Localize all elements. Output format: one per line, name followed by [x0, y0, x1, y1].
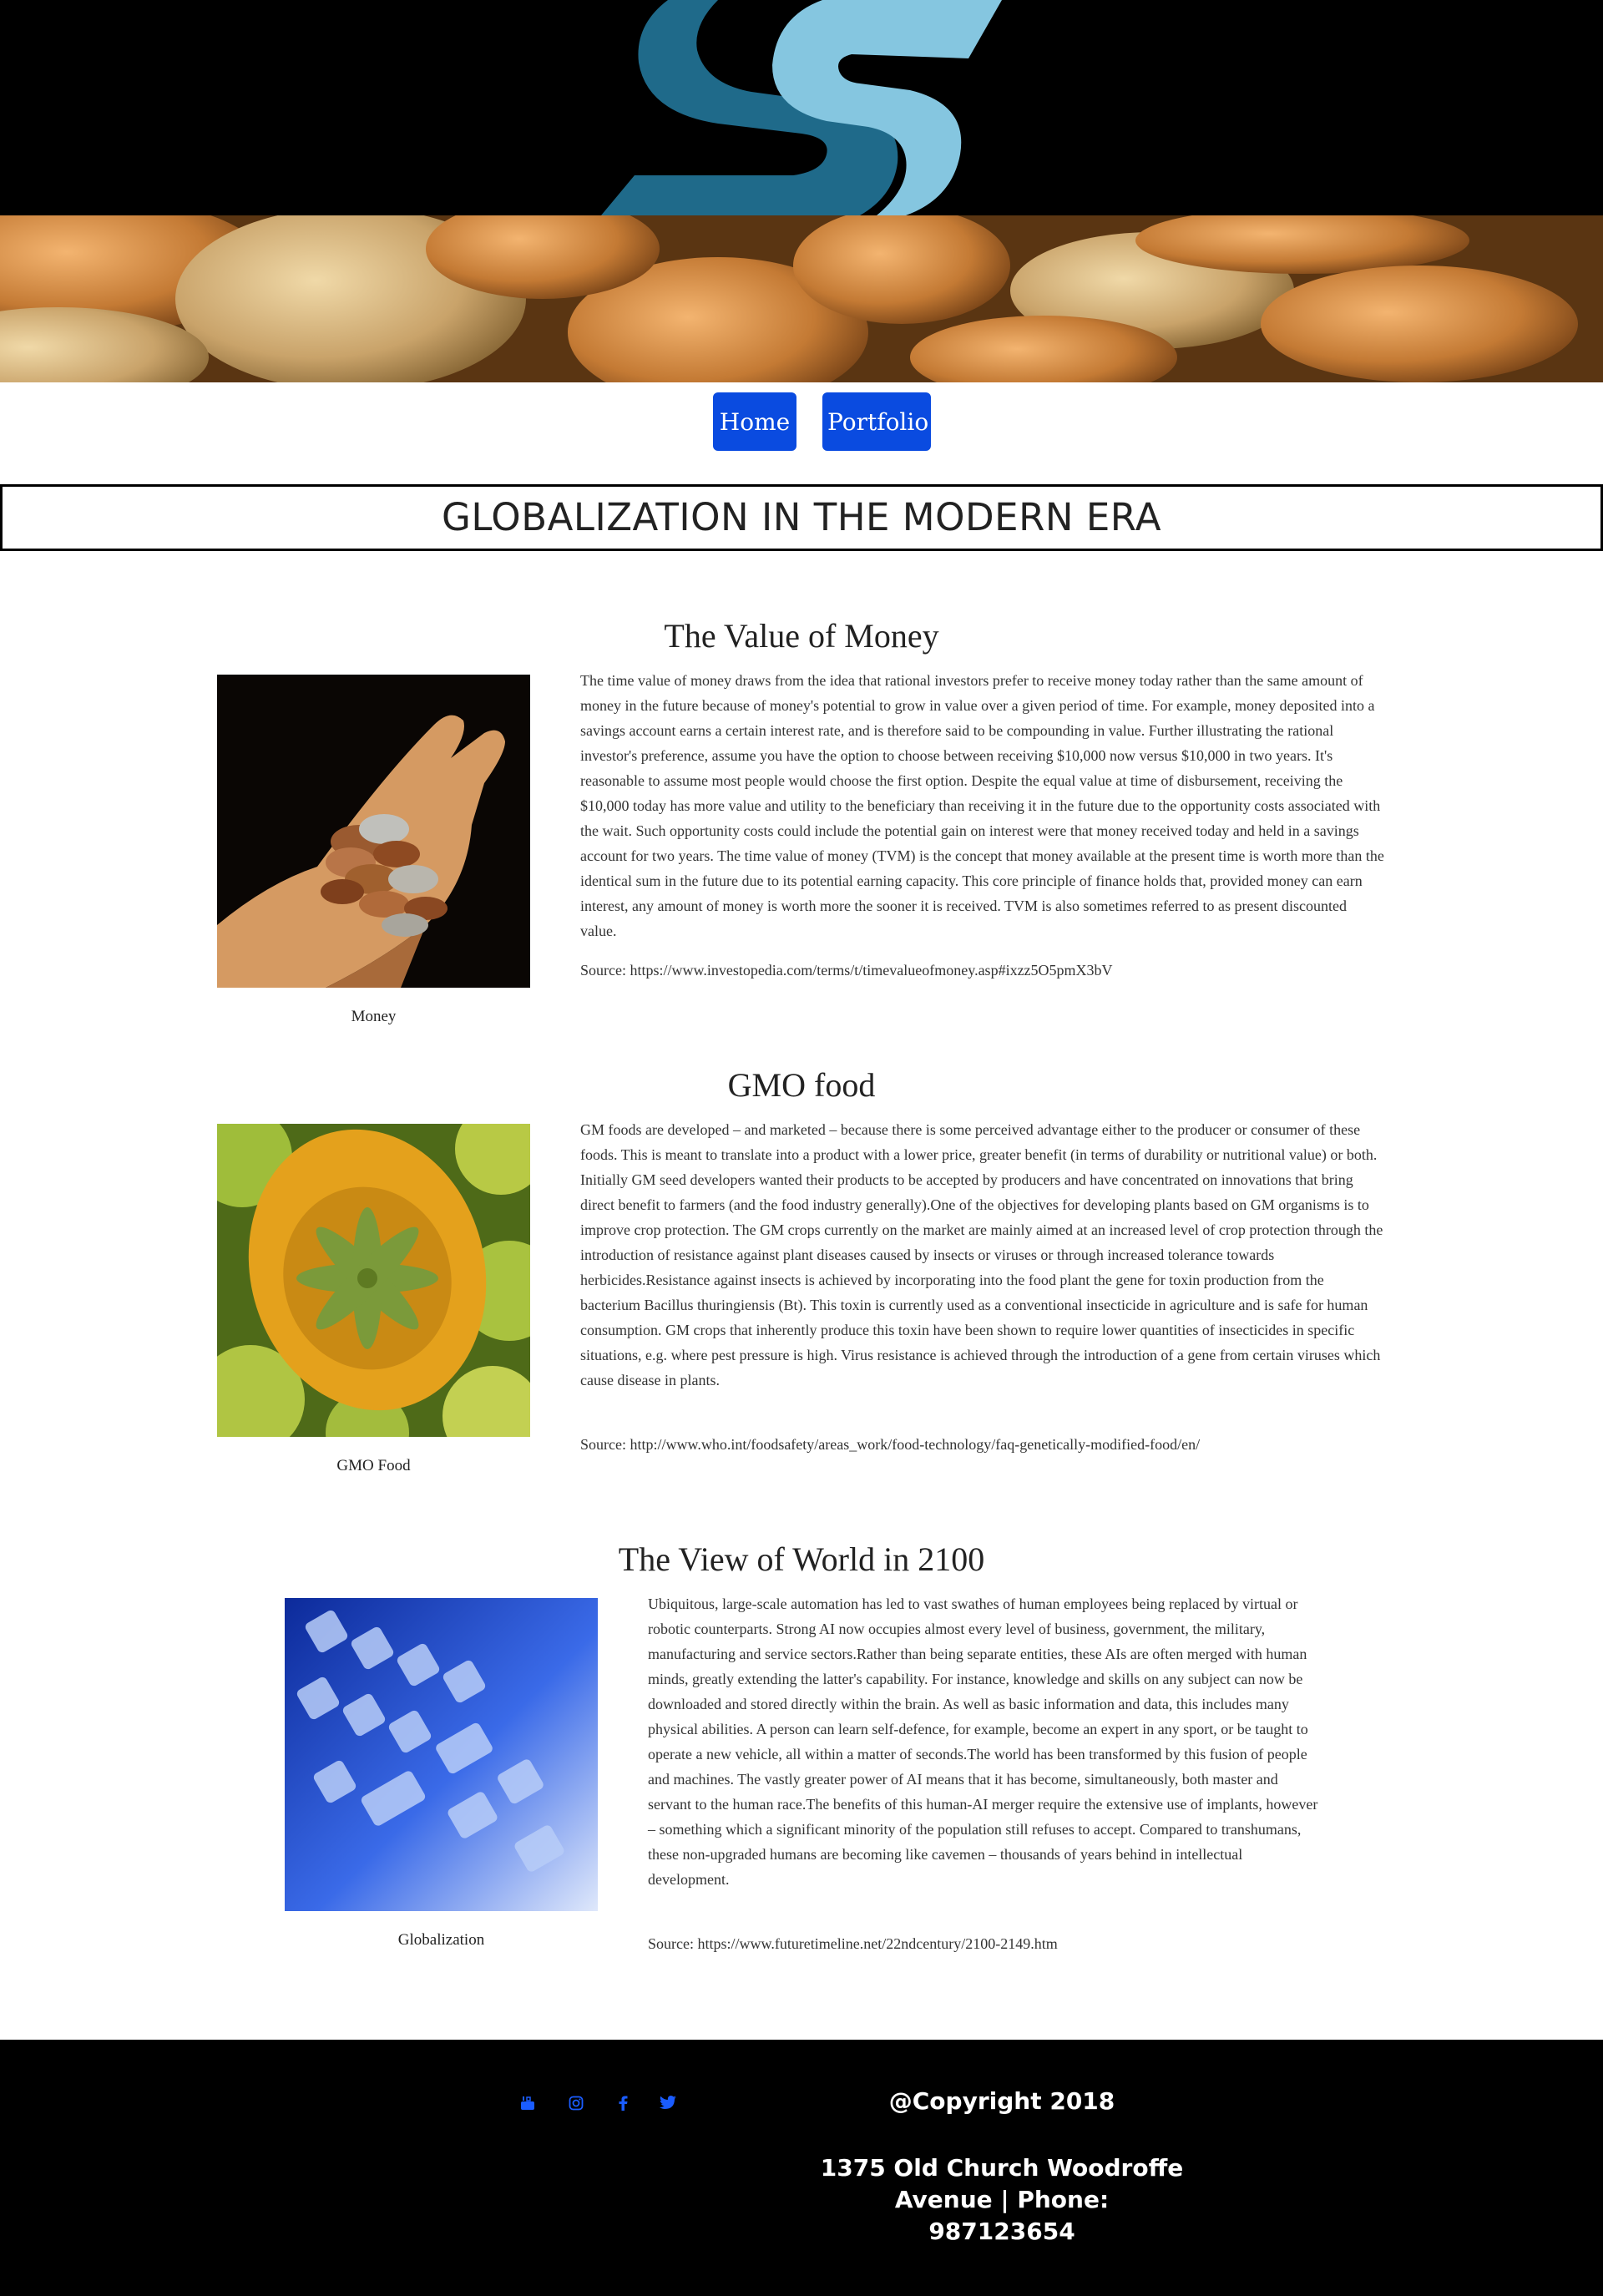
- money-caption: Money: [351, 1008, 397, 1025]
- instagram-icon[interactable]: [569, 2096, 584, 2112]
- globalization-caption: Globalization: [397, 1931, 485, 1949]
- section-source-world-2100: Source: https://www.futuretimeline.net/2…: [648, 1935, 1058, 1952]
- twitter-icon[interactable]: [660, 2096, 676, 2112]
- header-logo-band: [0, 0, 1603, 215]
- section-body-value-of-money: The time value of money draws from the i…: [580, 672, 1384, 939]
- section-source-value-of-money: Source: https://www.investopedia.com/ter…: [580, 962, 1113, 979]
- copyright-text: @Copyright 2018: [888, 2087, 1115, 2115]
- section-body-world-2100: Ubiquitous, large-scale automation has l…: [648, 1596, 1318, 1888]
- footer-address: 1375 Old Church Woodroffe Avenue | Phone…: [820, 2154, 1184, 2245]
- page-title-box: GLOBALIZATION IN THE MODERN ERA: [0, 484, 1603, 551]
- gmo-food-caption: GMO Food: [336, 1457, 411, 1474]
- gmo-food-image: [217, 1124, 530, 1437]
- footer: [0, 2040, 1603, 2296]
- money-image: [217, 675, 530, 988]
- page-title: GLOBALIZATION IN THE MODERN ERA: [441, 495, 1162, 539]
- section-title-world-2100: The View of World in 2100: [618, 1540, 985, 1578]
- youtube-icon[interactable]: [520, 2096, 535, 2112]
- portfolio-button[interactable]: Portfolio: [822, 392, 931, 451]
- coins-image: [0, 215, 1603, 382]
- home-button[interactable]: Home: [713, 392, 796, 451]
- section-title-gmo-food: GMO food: [727, 1066, 876, 1104]
- section-body-gmo-food: GM foods are developed – and marketed – …: [580, 1121, 1383, 1388]
- globalization-image: [285, 1598, 598, 1911]
- coins-banner: [0, 215, 1603, 382]
- ss-logo: [601, 0, 1002, 215]
- section-source-gmo-food: Source: http://www.who.int/foodsafety/ar…: [580, 1436, 1201, 1453]
- facebook-icon[interactable]: [618, 2096, 628, 2112]
- section-title-value-of-money: The Value of Money: [664, 617, 939, 655]
- main-nav: Home Portfolio: [0, 392, 1603, 451]
